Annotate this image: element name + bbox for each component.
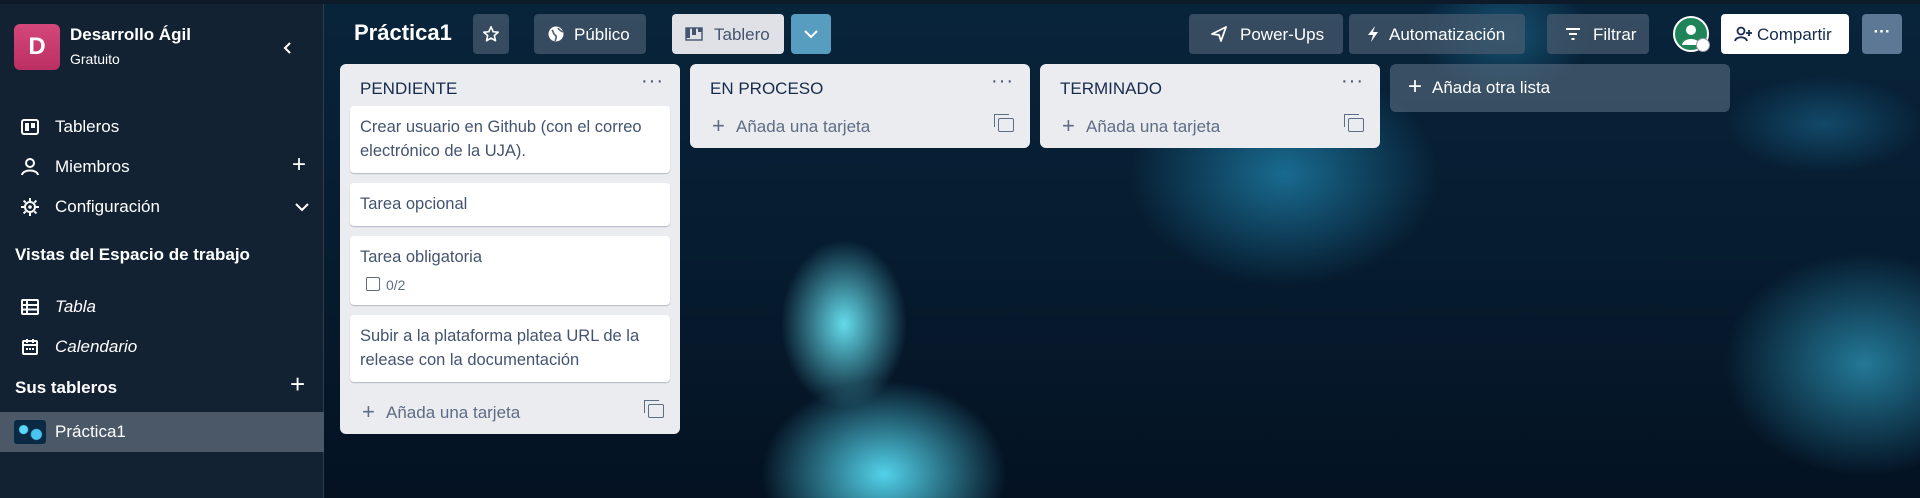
card-title: Tarea opcional [360, 195, 468, 213]
add-card-button[interactable]: + Añada una tarjeta [340, 392, 680, 434]
sidebar-item-label: Calendario [55, 337, 138, 356]
workspace-views-title: Vistas del Espacio de trabajo [15, 245, 250, 264]
chevron-down-icon [804, 30, 818, 39]
workspace-sidebar: D Desarrollo Ágil Gratuito Tableros Miem… [0, 4, 324, 498]
workspace-avatar: D [14, 24, 60, 70]
list-title[interactable]: TERMINADO [1060, 79, 1162, 99]
share-label: Compartir [1757, 25, 1832, 44]
board-view-icon [685, 27, 703, 41]
list-header[interactable]: EN PROCESO ··· [690, 64, 1030, 106]
list-title[interactable]: EN PROCESO [710, 79, 823, 99]
visibility-button[interactable]: Público [534, 14, 646, 54]
automation-button[interactable]: Automatización [1349, 14, 1525, 54]
card-template-icon[interactable] [994, 114, 1014, 132]
workspace-header[interactable]: D Desarrollo Ágil Gratuito [0, 4, 324, 86]
card-template-icon[interactable] [1344, 114, 1364, 132]
card-template-icon[interactable] [644, 400, 664, 418]
lightning-icon [1368, 26, 1378, 42]
add-card-label: Añada una tarjeta [1086, 117, 1221, 136]
list-en-proceso: EN PROCESO ··· + Añada una tarjeta [690, 64, 1030, 148]
star-button[interactable] [473, 14, 509, 54]
plus-icon: + [362, 399, 375, 424]
collapse-sidebar-button[interactable] [270, 30, 306, 66]
list-pendiente: PENDIENTE ··· Crear usuario en Github (c… [340, 64, 680, 434]
board-view-label: Tablero [714, 25, 770, 44]
list-terminado: TERMINADO ··· + Añada una tarjeta [1040, 64, 1380, 148]
table-icon [21, 299, 39, 315]
filter-icon [1566, 28, 1580, 40]
list-menu-button[interactable]: ··· [991, 70, 1014, 93]
sidebar-item-label: Tabla [55, 297, 96, 316]
board-title[interactable]: Práctica1 [354, 20, 452, 46]
sidebar-item-configuracion[interactable]: Configuración [0, 187, 324, 227]
checklist-badge: 0/2 [360, 275, 660, 295]
list-header[interactable]: PENDIENTE ··· [340, 64, 680, 106]
card[interactable]: Tarea obligatoria 0/2 [350, 236, 670, 305]
sidebar-item-label: Tableros [55, 117, 120, 136]
card[interactable]: Tarea opcional [350, 183, 670, 226]
person-icon [21, 158, 39, 176]
add-person-icon [1734, 26, 1752, 42]
checklist-count: 0/2 [386, 277, 406, 293]
add-card-label: Añada una tarjeta [736, 117, 871, 136]
sidebar-item-label: Miembros [55, 157, 130, 176]
plus-icon: + [1062, 113, 1075, 138]
board-header: Práctica1 Público Tablero Power-Ups Auto… [324, 4, 1920, 64]
add-card-button[interactable]: + Añada una tarjeta [690, 106, 1030, 148]
sidebar-board-practica1[interactable]: Práctica1 [0, 412, 324, 452]
your-boards-title: Sus tableros [15, 378, 118, 397]
board-menu-button[interactable]: ··· [1862, 14, 1902, 54]
list-title[interactable]: PENDIENTE [360, 79, 457, 99]
board-canvas: Práctica1 Público Tablero Power-Ups Auto… [324, 4, 1920, 498]
more-icon: ··· [1873, 22, 1891, 41]
globe-icon [548, 26, 564, 42]
card-title: Subir a la plataforma platea URL de la r… [360, 327, 640, 369]
card-title: Tarea obligatoria [360, 248, 482, 266]
list-menu-button[interactable]: ··· [641, 70, 664, 93]
powerups-label: Power-Ups [1240, 25, 1325, 44]
add-board-button[interactable]: + [290, 369, 305, 400]
chevron-down-icon[interactable] [294, 199, 310, 215]
sidebar-item-miembros[interactable]: Miembros + [0, 147, 324, 187]
workspace-plan: Gratuito [70, 51, 120, 67]
board-icon [21, 119, 39, 135]
card[interactable]: Crear usuario en Github (con el correo e… [350, 106, 670, 173]
calendar-icon [22, 339, 38, 355]
plus-icon: + [712, 113, 725, 138]
card[interactable]: Subir a la plataforma platea URL de la r… [350, 315, 670, 382]
plus-icon: + [1408, 73, 1423, 100]
board-view-button[interactable]: Tablero [672, 14, 784, 54]
visibility-label: Público [574, 25, 630, 44]
admin-badge-icon [1696, 38, 1710, 52]
sidebar-item-tableros[interactable]: Tableros [0, 107, 324, 147]
powerups-button[interactable]: Power-Ups [1189, 14, 1343, 54]
automation-label: Automatización [1389, 25, 1506, 44]
share-button[interactable]: Compartir [1721, 14, 1849, 54]
board-thumbnail [14, 420, 46, 444]
gear-icon [21, 198, 39, 216]
sidebar-item-tabla[interactable]: Tabla [0, 287, 324, 327]
sidebar-item-label: Configuración [55, 197, 160, 216]
view-switcher-button[interactable] [791, 14, 831, 54]
card-title: Crear usuario en Github (con el correo e… [360, 118, 642, 160]
checklist-icon [366, 277, 380, 291]
sidebar-board-label: Práctica1 [55, 422, 126, 441]
workspace-name: Desarrollo Ágil [70, 25, 191, 44]
add-list-button[interactable]: + Añada otra lista [1390, 64, 1730, 112]
add-card-label: Añada una tarjeta [386, 403, 521, 422]
add-member-button[interactable]: + [292, 153, 306, 177]
rocket-icon [1211, 26, 1227, 42]
sidebar-item-calendario[interactable]: Calendario [0, 327, 324, 367]
add-list-label: Añada otra lista [1432, 78, 1551, 97]
add-card-button[interactable]: + Añada una tarjeta [1040, 106, 1380, 148]
filter-label: Filtrar [1593, 25, 1637, 44]
filter-button[interactable]: Filtrar [1547, 14, 1649, 54]
list-header[interactable]: TERMINADO ··· [1040, 64, 1380, 106]
list-menu-button[interactable]: ··· [1341, 70, 1364, 93]
chevron-left-icon [283, 42, 291, 54]
star-icon [482, 25, 500, 42]
